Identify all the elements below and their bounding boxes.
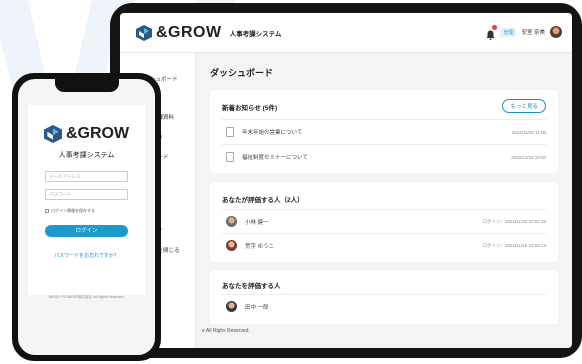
evaluatee-row[interactable]: 荒字 ゆうこ ログイン：2022/11/19 19:54:23 [222,233,546,257]
notification-dot [492,25,498,30]
news-item-date: 2022/11/16 19:00 [511,154,546,160]
news-item-text: 年末年始の営業について [242,130,303,136]
remember-checkbox[interactable]: ログイン情報を保存する [45,208,95,214]
checkbox-box [45,209,49,213]
grow-logo-icon [136,25,152,41]
news-item[interactable]: 年末年始の営業について 2022/11/20 11:00 [222,119,546,144]
evaluators-card: あなたを評価する人 田中 一郎 [210,270,558,324]
header-logo[interactable]: &GROW 人事考課システム [136,24,281,42]
evaluatees-card: あなたが評価する人（2人） 小林 健一 ログイン：2022/11/20 10:5… [210,182,558,262]
news-title: 新着お知らせ (5件) [222,105,278,112]
news-card: 新着お知らせ (5件) もっと見る 年末年始の営業について 2022/11/20… [210,90,558,173]
person-avatar [226,216,237,227]
tablet-device: &GROW 人事考課システム 管理 安室 奈美 ダッシュボード ト 考課資料 よ… [110,3,582,358]
person-name: 荒字 ゆうこ [245,243,275,250]
user-avatar[interactable] [550,26,562,38]
news-item[interactable]: 福祉制度セミナーについて 2022/11/16 19:00 [222,144,546,169]
page-title: ダッシュボード [210,68,274,78]
phone-device: &GROW 人事考課システム メールアドレス パスワード ログイン情報を保存する… [12,73,161,361]
role-badge: 管理 [500,27,517,37]
phone-screen: &GROW 人事考課システム メールアドレス パスワード ログイン情報を保存する… [18,79,155,355]
person-avatar [226,301,237,312]
document-icon [226,152,234,162]
phone-copyright: HBODY PIONEER株式会社 All Rights Reserved. [48,295,125,299]
evaluators-title: あなたを評価する人 [222,283,281,290]
last-login: ログイン：2022/11/20 10:52:46 [482,218,546,224]
copyright-footer: e All Righs Reserved. [202,328,250,334]
password-field[interactable]: パスワード [45,189,128,200]
tablet-screen: &GROW 人事考課システム 管理 安室 奈美 ダッシュボード ト 考課資料 よ… [120,13,572,348]
user-name[interactable]: 安室 奈美 [521,28,545,36]
last-login: ログイン：2022/11/19 19:54:23 [482,242,546,248]
evaluatee-row[interactable]: 小林 健一 ログイン：2022/11/20 10:52:46 [222,209,546,233]
main-content: ダッシュボード 新着お知らせ (5件) もっと見る 年末年始の営業について 20… [196,53,572,348]
email-field[interactable]: メールアドレス [45,171,128,182]
login-card: &GROW 人事考課システム メールアドレス パスワード ログイン情報を保存する… [28,105,145,295]
login-button[interactable]: ログイン [45,225,128,237]
brand-name: &GROW [156,24,222,41]
person-avatar [226,240,237,251]
news-item-text: 福祉制度セミナーについて [242,155,308,161]
remember-label: ログイン情報を保存する [51,208,95,213]
phone-notch [54,79,119,92]
grow-logo-icon [43,125,62,143]
header-bar: &GROW 人事考課システム 管理 安室 奈美 [120,13,572,53]
brand-name: &GROW [65,125,130,142]
person-name: 小林 健一 [245,219,269,226]
app-name: 人事考課システム [229,31,282,38]
login-logo: &GROW [28,125,145,143]
person-name: 田中 一郎 [245,304,269,311]
header-user-area: 管理 安室 奈美 [486,25,562,40]
system-name: 人事考課システム [58,152,115,159]
news-item-date: 2022/11/20 11:00 [511,129,546,135]
forgot-password-link[interactable]: パスワードをお忘れですか？ [28,252,145,259]
document-icon [226,127,234,137]
notification-bell-icon[interactable] [486,25,498,40]
evaluatees-title: あなたが評価する人（2人） [222,197,304,204]
more-button[interactable]: もっと見る [502,99,546,113]
evaluator-row[interactable]: 田中 一郎 [222,294,546,318]
